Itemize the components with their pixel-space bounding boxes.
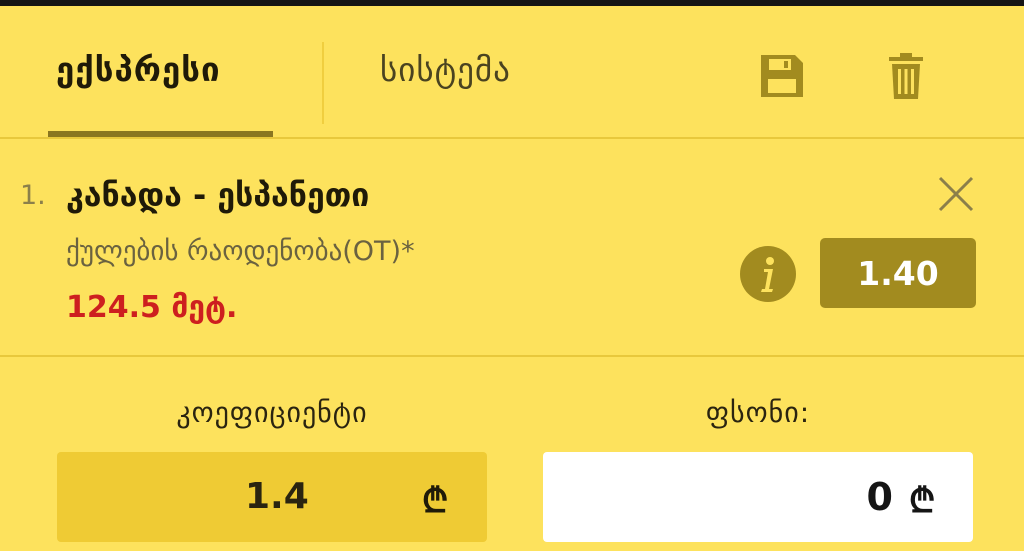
coefficient-label: კოეფიციენტი <box>176 396 368 429</box>
tab-divider <box>322 42 324 124</box>
remove-bet-button[interactable] <box>934 172 978 216</box>
delete-all-button[interactable] <box>880 46 932 106</box>
tab-express[interactable]: ექსპრესი <box>56 50 221 89</box>
close-icon <box>938 176 974 212</box>
bet-match-title: კანადა - ესპანეთი <box>66 176 370 214</box>
stake-input[interactable] <box>563 470 893 524</box>
bet-type-tabs: ექსპრესი სისტემა <box>0 6 1024 139</box>
bet-divider-line <box>0 355 1024 357</box>
lari-icon: ₾ <box>422 481 449 521</box>
bet-market: ქულების რაოდენობა(OT)* <box>66 236 415 267</box>
bet-info-button[interactable] <box>738 244 798 304</box>
total-coefficient-box: 1.4 ₾ <box>57 452 487 542</box>
save-button[interactable] <box>752 46 812 106</box>
stake-label: ფსონი: <box>705 396 811 429</box>
save-icon <box>761 55 803 97</box>
stake-field[interactable]: ₾ <box>543 452 973 542</box>
info-icon <box>740 246 796 302</box>
tab-system[interactable]: სისტემა <box>380 50 511 89</box>
tabs-divider-line <box>0 137 1024 139</box>
bet-odds-badge[interactable]: 1.40 <box>820 238 976 308</box>
bet-index: 1. <box>20 180 46 211</box>
trash-icon <box>889 53 923 99</box>
total-coefficient-value: 1.4 <box>245 476 309 517</box>
bet-selection: 124.5 მეტ. <box>66 290 238 325</box>
lari-icon: ₾ <box>909 481 936 521</box>
